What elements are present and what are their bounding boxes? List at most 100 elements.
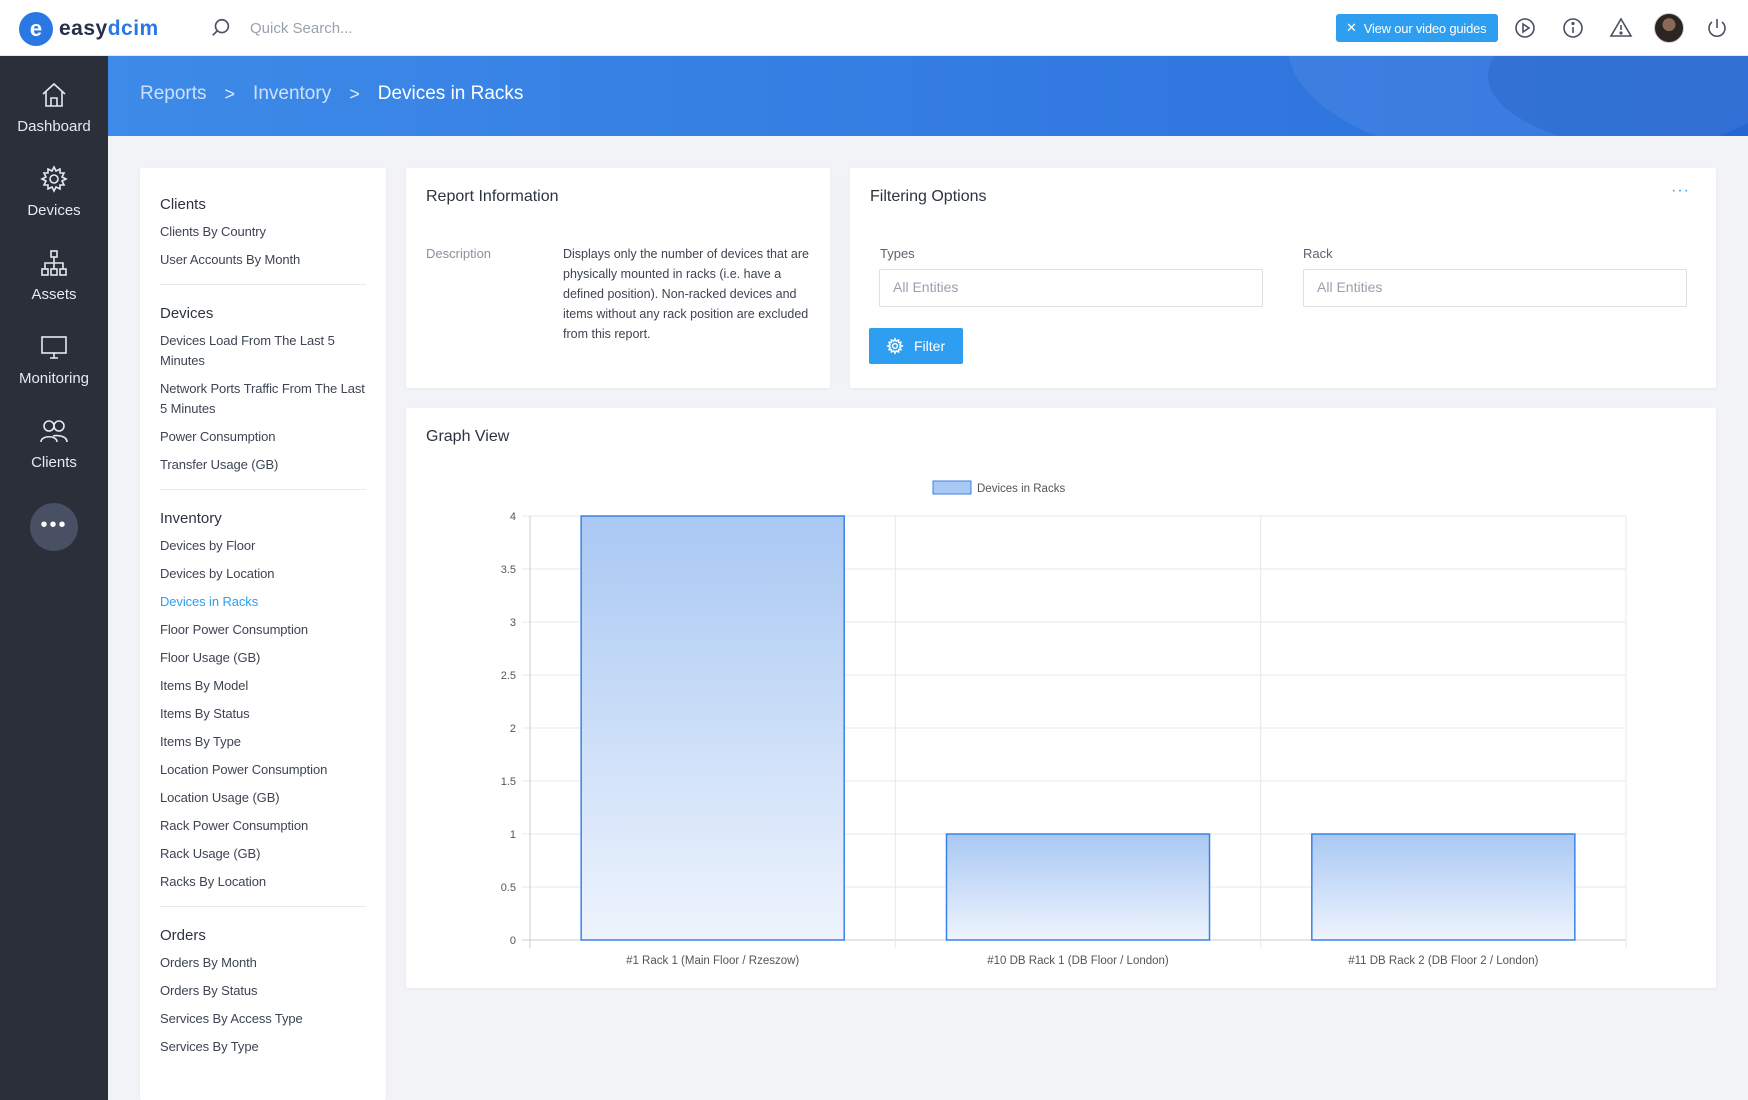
- types-select[interactable]: All Entities: [879, 269, 1263, 307]
- breadcrumb-item-current: Devices in Racks: [377, 83, 524, 104]
- menu-link[interactable]: Power Consumption: [160, 427, 366, 447]
- sidebar-item-dashboard[interactable]: Dashboard: [0, 80, 108, 135]
- menu-link[interactable]: Location Usage (GB): [160, 788, 366, 808]
- sidebar-item-monitoring[interactable]: Monitoring: [0, 332, 108, 387]
- more-options-icon[interactable]: ···: [1671, 182, 1690, 200]
- menu-link[interactable]: User Accounts By Month: [160, 250, 366, 270]
- avatar[interactable]: [1654, 13, 1684, 43]
- menu-link[interactable]: Devices by Floor: [160, 536, 366, 556]
- menu-link[interactable]: Network Ports Traffic From The Last 5 Mi…: [160, 379, 366, 419]
- card-title: Report Information: [426, 188, 559, 205]
- menu-group-title: Devices: [160, 305, 214, 322]
- breadcrumb-item-inventory[interactable]: Inventory: [253, 83, 331, 105]
- y-tick-label: 0.5: [501, 882, 516, 894]
- chart-bar: [1311, 833, 1576, 941]
- description-text: Displays only the number of devices that…: [563, 247, 809, 341]
- chart-bar: [580, 515, 845, 941]
- menu-link[interactable]: Devices Load From The Last 5 Minutes: [160, 331, 366, 371]
- logo-mark: e: [19, 12, 53, 46]
- page-banner: Reports > Inventory > Devices in Racks: [108, 56, 1748, 136]
- y-tick-label: 2.5: [501, 670, 516, 682]
- breadcrumb: Reports > Inventory > Devices in Racks: [140, 83, 523, 105]
- top-bar: e easydcim ✕ View our video guides: [0, 0, 1748, 56]
- sidebar-item-clients[interactable]: Clients: [0, 416, 108, 471]
- types-label: Types: [880, 246, 915, 261]
- bar-chart: 0 0.5 1 1.5 2 2.5 3 3.5 4 #1 Rack 1 (Main Floor /…: [501, 480, 1627, 967]
- graph-view-card: Graph View 0 0.5 1 1.5 2 2.5 3 3.5 4 #1 Rack 1 (M…: [406, 408, 1716, 988]
- y-tick-label: 1.5: [501, 776, 516, 788]
- sidebar-item-label: Dashboard: [17, 118, 91, 135]
- sidebar-item-assets[interactable]: Assets: [0, 248, 108, 303]
- menu-link[interactable]: Orders By Status: [160, 981, 366, 1001]
- legend-label: Devices in Racks: [977, 483, 1065, 495]
- home-icon: [42, 82, 66, 107]
- menu-link[interactable]: Location Power Consumption: [160, 760, 366, 780]
- report-information-card: Report Information Description Displays …: [406, 168, 830, 388]
- menu-link[interactable]: Floor Usage (GB): [160, 648, 366, 668]
- menu-link[interactable]: Racks By Location: [160, 872, 366, 892]
- sidebar: Dashboard Devices Assets Monitoring Clie…: [0, 56, 108, 1100]
- logo-text: easydcim: [59, 17, 159, 41]
- y-tick-label: 1: [510, 829, 516, 841]
- video-guides-button[interactable]: ✕ View our video guides: [1336, 14, 1498, 42]
- filter-button[interactable]: Filter: [869, 328, 963, 364]
- menu-divider: [160, 906, 366, 907]
- menu-link[interactable]: Transfer Usage (GB): [160, 455, 366, 475]
- breadcrumb-separator: >: [349, 83, 360, 104]
- x-tick-label: #1 Rack 1 (Main Floor / Rzeszow): [626, 955, 799, 967]
- search-icon[interactable]: [210, 17, 232, 39]
- y-tick-label: 2: [510, 723, 516, 735]
- more-button[interactable]: •••: [30, 503, 78, 551]
- rack-select[interactable]: All Entities: [1303, 269, 1687, 307]
- gear-icon: [40, 165, 68, 193]
- gear-icon: [886, 337, 904, 355]
- menu-link[interactable]: Services By Type: [160, 1037, 366, 1057]
- menu-group-title: Clients: [160, 196, 206, 213]
- sidebar-item-devices[interactable]: Devices: [0, 164, 108, 219]
- x-tick-label: #10 DB Rack 1 (DB Floor / London): [987, 955, 1169, 967]
- menu-link[interactable]: Orders By Month: [160, 953, 366, 973]
- menu-group-title: Inventory: [160, 510, 222, 527]
- y-tick-label: 0: [510, 935, 516, 947]
- warning-icon[interactable]: [1609, 16, 1633, 40]
- menu-divider: [160, 489, 366, 490]
- legend-swatch: [932, 480, 972, 495]
- filter-button-label: Filter: [914, 338, 946, 354]
- logo-text-suffix: dcim: [107, 17, 159, 40]
- monitor-icon: [41, 336, 67, 359]
- y-tick-label: 3.5: [501, 564, 516, 576]
- menu-link[interactable]: Devices by Location: [160, 564, 366, 584]
- menu-divider: [160, 284, 366, 285]
- sidebar-item-label: Devices: [27, 202, 81, 219]
- menu-link[interactable]: Floor Power Consumption: [160, 620, 366, 640]
- menu-link[interactable]: Clients By Country: [160, 222, 366, 242]
- app-logo[interactable]: e easydcim: [19, 12, 159, 46]
- menu-link[interactable]: Services By Access Type: [160, 1009, 366, 1029]
- logo-text-prefix: easy: [59, 17, 108, 40]
- close-icon[interactable]: ✕: [1346, 20, 1357, 36]
- menu-link[interactable]: Devices in Racks: [160, 592, 366, 612]
- search-input[interactable]: [250, 16, 470, 40]
- description-label: Description: [426, 246, 492, 261]
- power-icon[interactable]: [1705, 16, 1729, 40]
- menu-link[interactable]: Items By Model: [160, 676, 366, 696]
- hierarchy-icon: [41, 250, 67, 276]
- filtering-options-card: Filtering Options ··· Types All Entities…: [850, 168, 1716, 388]
- menu-group-title: Orders: [160, 927, 206, 944]
- menu-link[interactable]: Rack Usage (GB): [160, 844, 366, 864]
- play-icon[interactable]: [1513, 16, 1537, 40]
- info-icon[interactable]: [1561, 16, 1585, 40]
- breadcrumb-separator: >: [224, 83, 236, 104]
- sidebar-item-label: Clients: [31, 454, 77, 471]
- menu-link[interactable]: Items By Type: [160, 732, 366, 752]
- video-guides-label: View our video guides: [1363, 20, 1487, 36]
- menu-link[interactable]: Rack Power Consumption: [160, 816, 366, 836]
- card-title: Filtering Options: [870, 188, 987, 205]
- y-tick-label: 4: [510, 511, 516, 523]
- rack-label: Rack: [1303, 246, 1333, 261]
- report-menu: Clients Clients By Country User Accounts B…: [140, 168, 386, 1100]
- sidebar-item-label: Assets: [31, 286, 77, 303]
- x-tick-label: #11 DB Rack 2 (DB Floor 2 / London): [1348, 955, 1538, 967]
- breadcrumb-item-reports[interactable]: Reports: [140, 83, 207, 105]
- menu-link[interactable]: Items By Status: [160, 704, 366, 724]
